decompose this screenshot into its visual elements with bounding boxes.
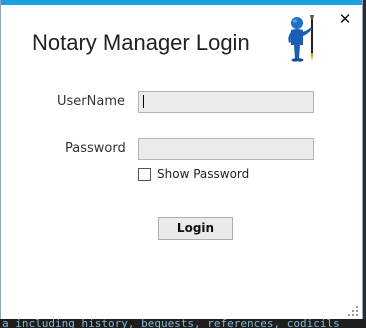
login-dialog: ✕ Notary Manager Login UserName Password… xyxy=(0,0,363,319)
close-button[interactable]: ✕ xyxy=(338,12,352,27)
username-label: UserName xyxy=(57,94,125,109)
notary-pen-figure-icon xyxy=(288,15,314,62)
password-field[interactable] xyxy=(138,138,314,160)
screen: ✕ Notary Manager Login UserName Password… xyxy=(0,0,366,328)
username-field[interactable] xyxy=(138,91,314,113)
login-button[interactable]: Login xyxy=(158,217,233,240)
show-password-label[interactable]: Show Password xyxy=(157,167,249,181)
password-label: Password xyxy=(65,141,126,156)
accent-bar xyxy=(1,0,362,5)
background-text: a including history, bequests, reference… xyxy=(2,319,340,328)
show-password-checkbox[interactable] xyxy=(138,168,151,181)
dialog-title: Notary Manager Login xyxy=(32,30,250,55)
background-window-strip: a including history, bequests, reference… xyxy=(0,319,366,328)
text-caret xyxy=(143,95,144,108)
resize-grip-icon[interactable] xyxy=(348,306,358,316)
